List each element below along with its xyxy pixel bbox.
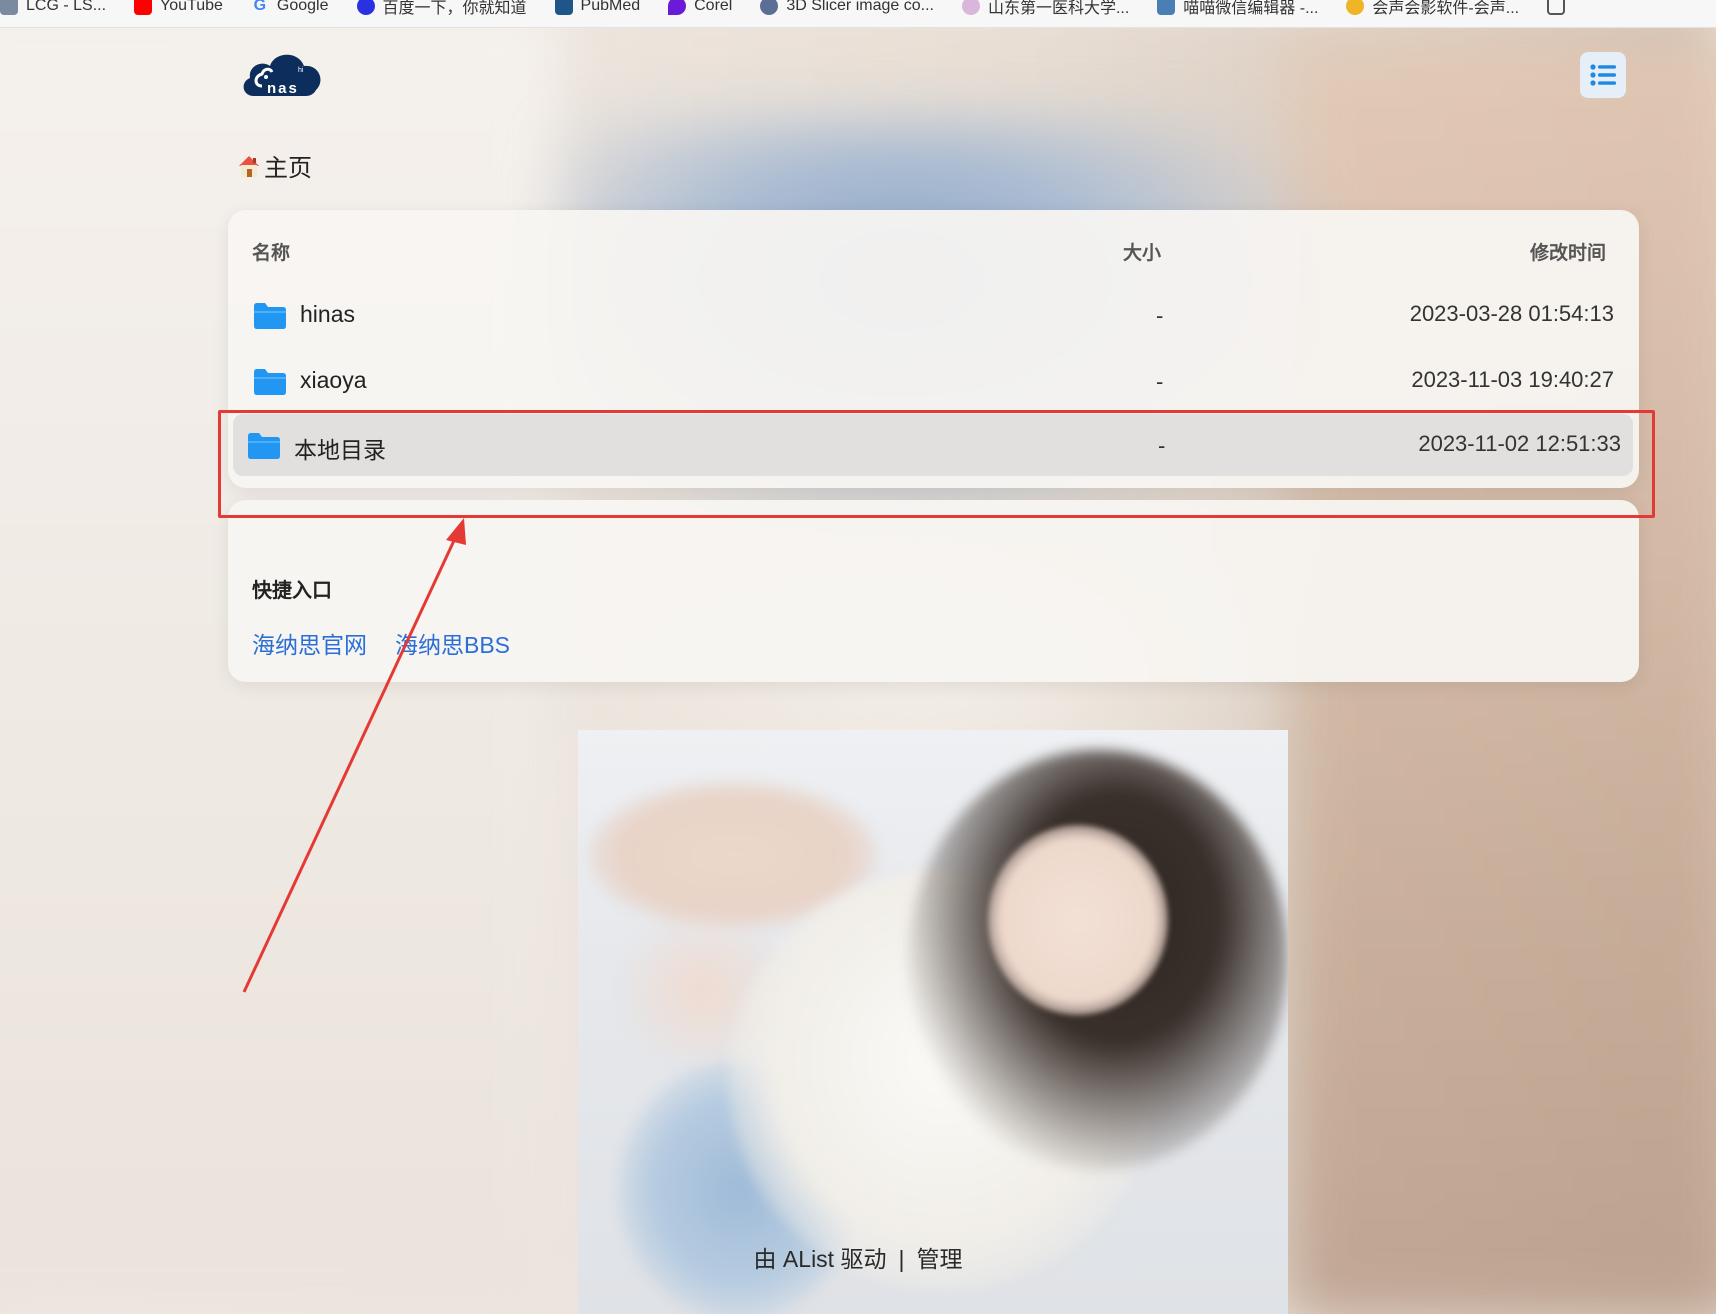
file-row-local-directory[interactable]: 本地目录 - 2023-11-02 12:51:33 <box>228 414 1639 476</box>
pubmed-icon <box>554 0 573 15</box>
bookmark-item[interactable]: G Google <box>237 0 343 21</box>
cloud-logo-icon: hi nas <box>243 54 321 97</box>
slicer-icon <box>760 0 779 15</box>
file-row-xiaoya[interactable]: xiaoya - 2023-11-03 19:40:27 <box>228 350 1639 412</box>
svg-text:hi: hi <box>298 67 304 74</box>
menu-button[interactable] <box>1580 52 1626 98</box>
page-icon <box>1547 0 1566 15</box>
bookmark-item[interactable]: 百度一下，你就知道 <box>343 0 541 24</box>
svg-text:nas: nas <box>267 80 299 97</box>
column-header-modified[interactable]: 修改时间 <box>1530 238 1606 265</box>
page-icon <box>0 0 18 15</box>
footer-separator: | <box>898 1246 905 1272</box>
column-header-name[interactable]: 名称 <box>252 238 290 265</box>
university-icon <box>961 0 980 15</box>
list-icon <box>1590 64 1616 86</box>
column-header-size[interactable]: 大小 <box>1123 238 1161 265</box>
baidu-icon <box>356 0 375 15</box>
file-modified: 2023-11-02 12:51:33 <box>1418 431 1621 456</box>
quick-links-card: 快捷入口 海纳思官网 海纳思BBS <box>228 500 1639 682</box>
footer: 由 AList 驱动 | 管理 <box>0 1240 1716 1274</box>
bookmark-item[interactable]: LCG - LS... <box>0 0 120 21</box>
bookmarks-bar: LCG - LS... YouTube G Google 百度一下，你就知道 P… <box>0 0 1716 28</box>
file-size: - <box>1156 369 1164 394</box>
youtube-icon <box>134 0 153 15</box>
link-official-site[interactable]: 海纳思官网 <box>252 626 367 660</box>
file-size: - <box>1156 303 1164 328</box>
bookmark-item[interactable] <box>1533 0 1579 21</box>
file-name: xiaoya <box>300 367 367 393</box>
file-size: - <box>1158 433 1166 458</box>
folder-icon <box>248 433 280 459</box>
file-modified: 2023-03-28 01:54:13 <box>1409 301 1614 326</box>
bookmark-item[interactable]: Corel <box>654 0 746 21</box>
bookmark-item[interactable]: YouTube <box>120 0 237 21</box>
file-row-hinas[interactable]: hinas - 2023-03-28 01:54:13 <box>228 284 1639 346</box>
bookmark-item[interactable]: 喵喵微信编辑器 -... <box>1143 0 1332 24</box>
background-portrait <box>578 730 1288 1314</box>
folder-icon <box>254 369 286 395</box>
admin-link[interactable]: 管理 <box>916 1240 962 1274</box>
folder-icon <box>254 303 286 329</box>
bookmark-item[interactable]: 山东第一医科大学... <box>948 0 1143 24</box>
bookmark-item[interactable]: PubMed <box>541 0 655 21</box>
google-icon: G <box>253 0 267 14</box>
corel-icon <box>668 0 687 15</box>
file-name: hinas <box>300 301 355 327</box>
video-icon <box>1346 0 1365 15</box>
editor-icon <box>1157 0 1176 15</box>
file-name: 本地目录 <box>294 437 386 463</box>
powered-by-text[interactable]: 由 AList 驱动 <box>754 1240 887 1274</box>
breadcrumb: 主页 <box>236 148 312 183</box>
house-icon <box>239 155 259 177</box>
bookmark-item[interactable]: 3D Slicer image co... <box>746 0 948 21</box>
bookmark-item[interactable]: 会声会影软件-会声... <box>1332 0 1533 24</box>
breadcrumb-home-link[interactable]: 主页 <box>264 148 312 183</box>
link-bbs[interactable]: 海纳思BBS <box>395 626 510 660</box>
file-modified: 2023-11-03 19:40:27 <box>1411 367 1614 392</box>
quick-links-title: 快捷入口 <box>252 580 332 602</box>
site-logo[interactable]: hi nas <box>240 46 324 102</box>
